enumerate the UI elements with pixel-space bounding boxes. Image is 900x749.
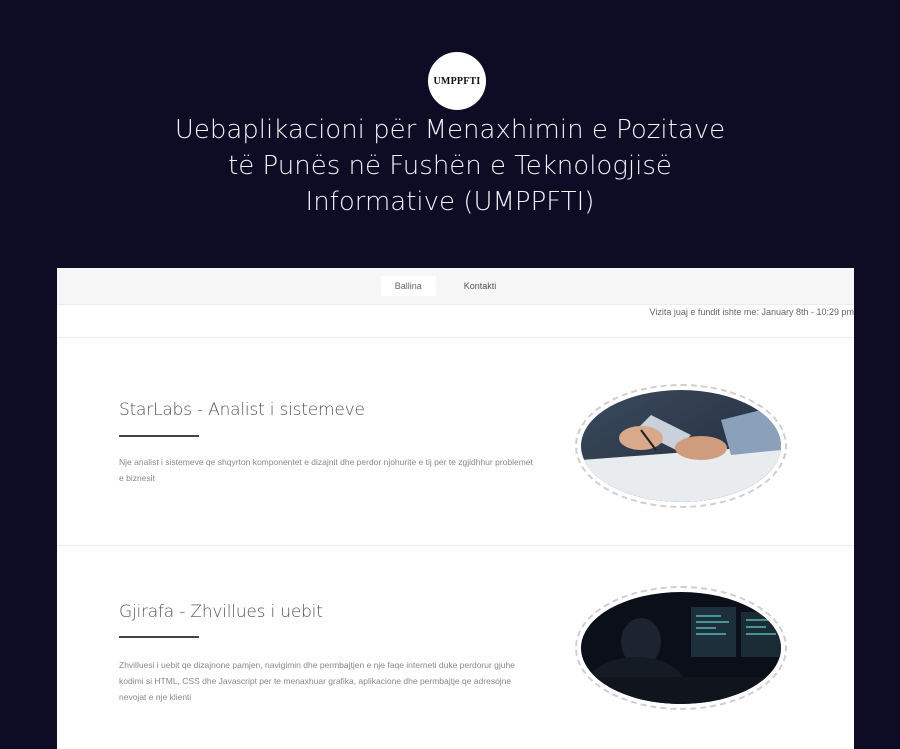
divider (57, 545, 854, 546)
title-line: Uebaplikacioni për Menaxhimin e Pozitave (174, 115, 726, 145)
job-title[interactable]: StarLabs - Analist i sistemeve (119, 400, 365, 420)
title-underline (119, 636, 199, 638)
job-title[interactable]: Gjirafa - Zhvillues i uebit (119, 602, 323, 622)
tab-kontakti[interactable]: Kontakti (450, 276, 511, 296)
developer-monitors-photo-icon (581, 592, 781, 704)
job-description: Zhvilluesi i uebit qe dizajnone pamjen, … (119, 660, 515, 702)
content-card: Ballina Kontakti Vizita juaj e fundit is… (57, 268, 854, 749)
logo-text: UMPPFTI (433, 75, 481, 87)
job-image (575, 384, 787, 508)
title-line: të Punës në Fushën e Teknologjisë (228, 151, 672, 181)
last-visit-text: Vizita juaj e fundit ishte me: January 8… (649, 307, 854, 317)
job-description: Nje analist i sistemeve qe shqyrton komp… (119, 457, 533, 483)
title-line: Informative (UMPPFTI) (305, 187, 595, 217)
page-title: Uebaplikacioni për Menaxhimin e Pozitave… (90, 112, 810, 220)
tab-ballina[interactable]: Ballina (380, 276, 436, 296)
job-image (575, 586, 787, 710)
nav-bar: Ballina Kontakti (57, 268, 854, 305)
handshake-document-photo-icon (581, 390, 781, 502)
title-underline (119, 435, 199, 437)
site-logo[interactable]: UMPPFTI (428, 52, 486, 110)
divider (57, 337, 854, 338)
